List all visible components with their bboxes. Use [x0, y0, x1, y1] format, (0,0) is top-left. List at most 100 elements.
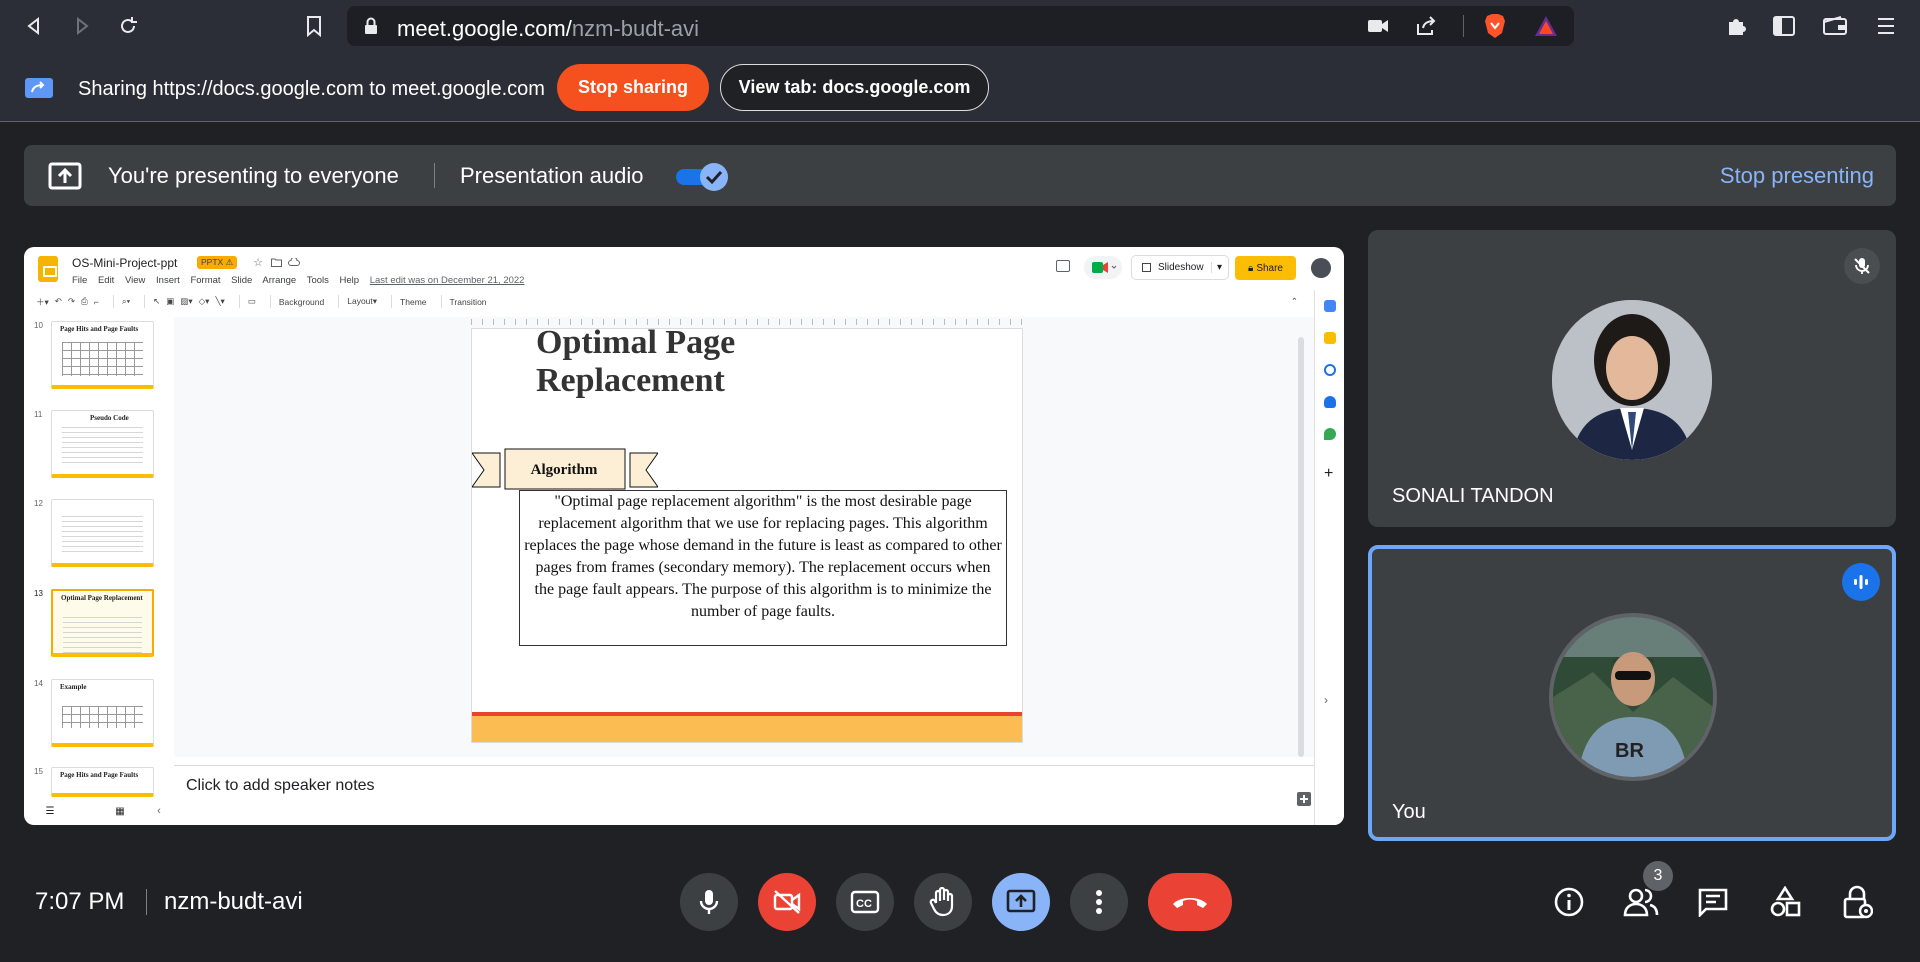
- transition-button[interactable]: Transition: [450, 297, 487, 307]
- stop-presenting-button[interactable]: Stop presenting: [1720, 163, 1874, 189]
- share-document-button[interactable]: 🔒︎ Share: [1235, 256, 1296, 280]
- menu-arrange[interactable]: Arrange: [262, 275, 296, 286]
- slide-body-text[interactable]: "Optimal page replacement algorithm" is …: [519, 490, 1007, 646]
- slide-thumbnail[interactable]: Example: [51, 679, 154, 747]
- camera-off-button[interactable]: [758, 873, 816, 931]
- brave-shields-icon[interactable]: [1483, 12, 1507, 40]
- zoom-icon[interactable]: ⌕▾: [122, 296, 130, 307]
- forward-icon[interactable]: [68, 12, 96, 40]
- slide-thumbnail-active[interactable]: Optimal Page Replacement: [51, 589, 154, 657]
- cloud-status-icon[interactable]: [288, 257, 300, 267]
- speaker-notes-placeholder[interactable]: Click to add speaker notes: [186, 777, 375, 795]
- menu-edit[interactable]: Edit: [98, 275, 114, 286]
- menu-format[interactable]: Format: [190, 275, 220, 286]
- raise-hand-button[interactable]: [914, 873, 972, 931]
- add-addon-icon[interactable]: +: [1324, 466, 1336, 482]
- maps-icon[interactable]: [1324, 428, 1336, 440]
- explore-icon[interactable]: [1296, 791, 1312, 807]
- menu-view[interactable]: View: [125, 275, 145, 286]
- text-box-icon[interactable]: ▣: [166, 296, 174, 307]
- host-controls-icon[interactable]: [1839, 884, 1875, 920]
- slide-title[interactable]: Optimal Page Replacement: [536, 329, 876, 400]
- lock-icon: 🔒︎: [1247, 262, 1254, 274]
- address-bar[interactable]: meet.google.com/nzm-budt-avi: [347, 6, 1574, 46]
- star-icon[interactable]: ☆: [252, 256, 264, 269]
- captions-button[interactable]: CC: [836, 873, 894, 931]
- slide-thumbnail[interactable]: Page Hits and Page Faults: [51, 767, 154, 797]
- slideshow-button[interactable]: Slideshow ▾: [1131, 255, 1229, 280]
- people-icon[interactable]: [1623, 884, 1659, 920]
- menu-help[interactable]: Help: [340, 275, 360, 286]
- more-options-button[interactable]: [1070, 873, 1128, 931]
- present-now-button[interactable]: [992, 873, 1050, 931]
- collapse-toolbar-icon[interactable]: ⌃: [1291, 296, 1298, 307]
- slide-canvas[interactable]: Optimal Page Replacement Algorithm "Opti…: [471, 328, 1023, 743]
- wallet-icon[interactable]: [1822, 14, 1848, 38]
- slide-filmstrip[interactable]: 10 Page Hits and Page Faults 11 Pseudo C…: [24, 317, 169, 797]
- undo-icon[interactable]: ↶: [55, 296, 62, 307]
- leave-call-button[interactable]: [1148, 873, 1232, 931]
- extensions-icon[interactable]: [1724, 14, 1748, 38]
- slides-logo-icon[interactable]: [38, 256, 58, 282]
- clock: 7:07 PM: [35, 888, 125, 915]
- move-folder-icon[interactable]: [270, 257, 282, 267]
- comment-history-icon[interactable]: [1056, 260, 1070, 272]
- keep-icon[interactable]: [1324, 332, 1336, 344]
- expand-side-panel-icon[interactable]: ›: [1324, 694, 1336, 706]
- share-page-icon[interactable]: [1415, 16, 1437, 36]
- back-icon[interactable]: [20, 12, 48, 40]
- menu-file[interactable]: File: [72, 275, 87, 286]
- last-edit-link[interactable]: Last edit was on December 21, 2022: [370, 275, 525, 286]
- paint-format-icon[interactable]: ⌐: [94, 297, 99, 307]
- print-icon[interactable]: ⎙: [81, 296, 88, 307]
- activities-icon[interactable]: [1767, 884, 1803, 920]
- bookmark-icon[interactable]: [300, 12, 328, 40]
- presentation-audio-toggle[interactable]: [674, 161, 730, 191]
- document-title[interactable]: OS-Mini-Project-ppt: [72, 256, 177, 270]
- slide-thumbnail[interactable]: [51, 499, 154, 567]
- microphone-button[interactable]: [680, 873, 738, 931]
- self-tile[interactable]: BR You: [1368, 545, 1896, 841]
- participant-tile[interactable]: SONALI TANDON: [1368, 230, 1896, 527]
- stop-sharing-button[interactable]: Stop sharing: [557, 64, 709, 111]
- present-icon: [1006, 889, 1036, 913]
- background-button[interactable]: Background: [279, 297, 324, 307]
- collapse-filmstrip-icon[interactable]: ‹: [154, 805, 164, 817]
- meeting-details-icon[interactable]: [1551, 884, 1587, 920]
- vertical-scrollbar[interactable]: [1298, 337, 1304, 757]
- hang-up-icon: [1173, 898, 1207, 908]
- grid-view-icon[interactable]: ☰: [44, 805, 56, 817]
- meet-call-icon[interactable]: [1084, 256, 1122, 279]
- sidebar-icon[interactable]: [1772, 14, 1796, 38]
- lock-icon[interactable]: [363, 17, 379, 35]
- camera-icon[interactable]: [1367, 17, 1389, 35]
- account-avatar[interactable]: [1311, 258, 1331, 278]
- calendar-icon[interactable]: [1324, 300, 1336, 312]
- image-icon[interactable]: ▨▾: [180, 296, 192, 307]
- add-comment-icon[interactable]: ▭: [248, 296, 256, 307]
- filmstrip-view-icon[interactable]: ▦: [114, 805, 126, 817]
- side-panel: + ›: [1314, 290, 1344, 825]
- tasks-icon[interactable]: [1324, 364, 1336, 376]
- new-slide-icon[interactable]: ＋▾: [36, 296, 49, 308]
- view-tab-button[interactable]: View tab: docs.google.com: [720, 64, 989, 111]
- line-icon[interactable]: ╲▾: [215, 296, 224, 307]
- brave-rewards-icon[interactable]: [1533, 14, 1559, 38]
- contacts-icon[interactable]: [1324, 396, 1336, 408]
- reload-icon[interactable]: [114, 12, 142, 40]
- menu-icon[interactable]: [1874, 14, 1898, 38]
- speaker-notes-area[interactable]: Click to add speaker notes: [174, 765, 1319, 825]
- pptx-badge: PPTX ⚠: [197, 256, 238, 269]
- shape-icon[interactable]: ◇▾: [199, 296, 210, 307]
- menu-insert[interactable]: Insert: [156, 275, 180, 286]
- theme-button[interactable]: Theme: [400, 297, 426, 307]
- menu-tools[interactable]: Tools: [307, 275, 329, 286]
- chat-icon[interactable]: [1695, 884, 1731, 920]
- menu-slide[interactable]: Slide: [231, 275, 252, 286]
- slide-thumbnail[interactable]: Page Hits and Page Faults: [51, 321, 154, 389]
- layout-button[interactable]: Layout▾: [347, 296, 377, 307]
- redo-icon[interactable]: ↷: [68, 296, 75, 307]
- slide-thumbnail[interactable]: Pseudo Code: [51, 410, 154, 478]
- select-icon[interactable]: ↖: [153, 296, 160, 307]
- slideshow-dropdown-icon[interactable]: ▾: [1210, 262, 1222, 273]
